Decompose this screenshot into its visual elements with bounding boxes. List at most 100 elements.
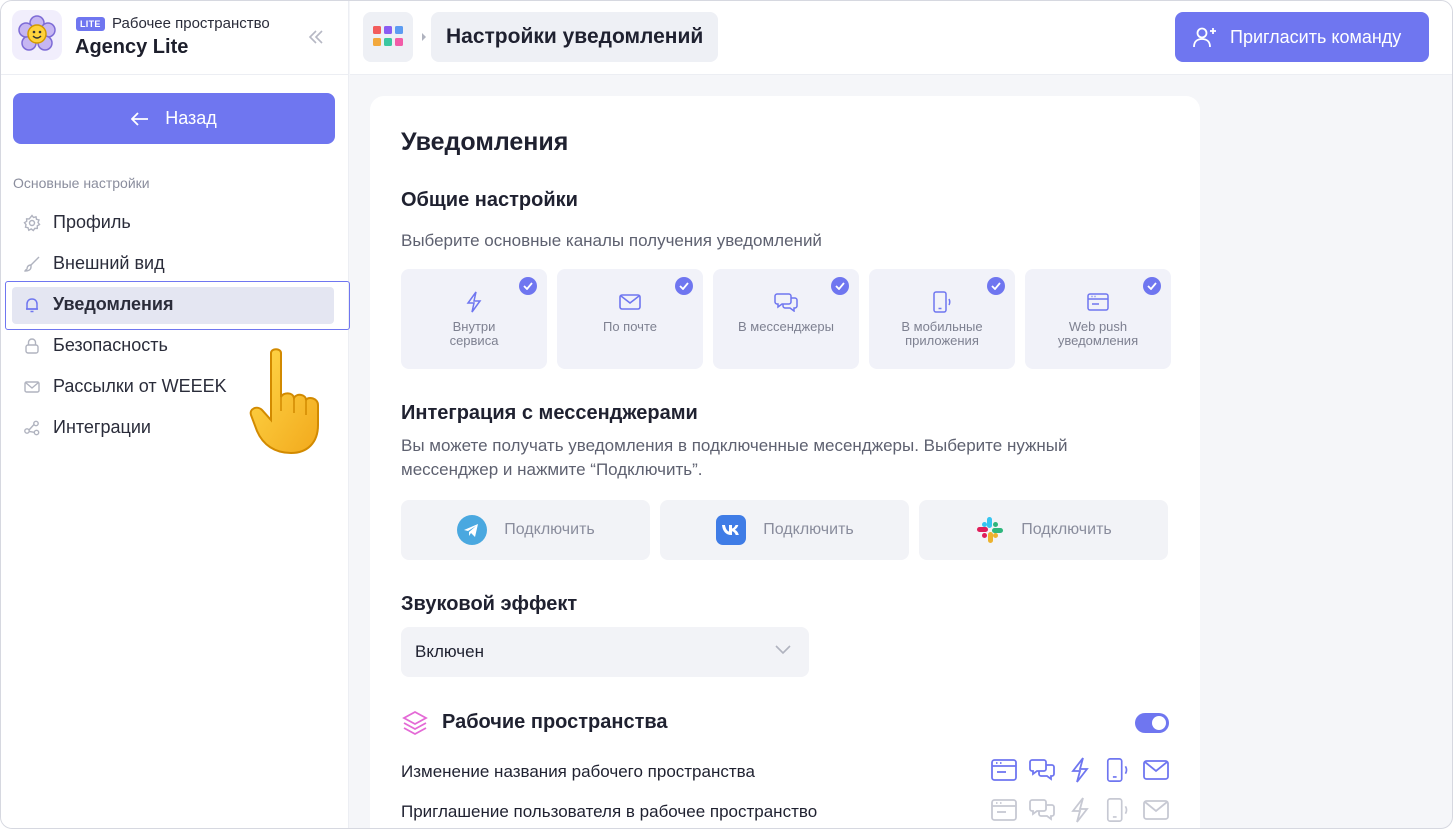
chevron-down-icon — [775, 645, 791, 655]
sidebar-item-label: Профиль — [53, 212, 131, 232]
sound-effect-title: Звуковой эффект — [401, 593, 578, 615]
invite-team-button[interactable]: Пригласить команду — [1175, 12, 1429, 62]
browser-icon — [1087, 290, 1109, 314]
chat-icon — [774, 290, 798, 314]
apps-grid-button[interactable] — [363, 12, 413, 62]
browser-icon[interactable] — [991, 757, 1017, 783]
mail-icon[interactable] — [1143, 757, 1169, 783]
chevron-right-icon — [422, 33, 426, 41]
back-button-label: Назад — [165, 108, 217, 128]
section-title: Основные настройки — [13, 175, 150, 191]
sidebar-item-label: Рассылки от WEEEK — [53, 376, 227, 396]
lightning-icon — [465, 290, 483, 314]
vk-connect-button[interactable]: Подключить — [660, 500, 909, 560]
sidebar-item-appearance[interactable]: Внешний вид — [1, 243, 349, 284]
channel-label: По почте — [603, 319, 657, 334]
notifications-card: Уведомления Общие настройки Выберите осн… — [370, 96, 1200, 828]
apps-grid-icon — [373, 26, 403, 46]
channel-label: Внутри сервиса — [449, 319, 499, 348]
connect-label: Подключить — [504, 521, 595, 538]
messenger-connectors: Подключить Подключить Подключить — [401, 500, 1168, 560]
chat-icon[interactable] — [1029, 797, 1055, 823]
messenger-integration-description-2: мессенджер и нажмите “Подключить”. — [401, 460, 703, 479]
add-user-icon — [1193, 27, 1216, 48]
sidebar: LITE Рабочее пространство Agency Lite На… — [1, 1, 350, 828]
back-button[interactable]: Назад — [13, 93, 335, 144]
phone-icon — [930, 290, 954, 314]
top-bar: Настройки уведомлений Пригласить команду — [350, 1, 1452, 75]
mail-icon — [23, 378, 41, 396]
event-row: Изменение названия рабочего пространства — [401, 757, 1169, 787]
bell-icon — [23, 296, 41, 314]
event-channel-icons — [991, 797, 1169, 823]
arrow-left-icon — [131, 111, 149, 126]
sound-effect-select[interactable]: Включен — [401, 627, 809, 677]
lightning-icon[interactable] — [1067, 797, 1093, 823]
general-settings-title: Общие настройки — [401, 189, 578, 211]
check-icon — [675, 277, 693, 295]
messenger-integration-title: Интеграция с мессенджерами — [401, 402, 698, 424]
check-icon — [519, 277, 537, 295]
integrations-icon — [23, 419, 41, 437]
sidebar-item-label: Безопасность — [53, 335, 168, 355]
page-title: Уведомления — [401, 128, 569, 156]
sidebar-item-label: Уведомления — [53, 294, 174, 314]
pointing-hand-icon — [249, 348, 319, 455]
sound-effect-value: Включен — [415, 642, 484, 661]
messenger-integration-description: Вы можете получать уведомления в подключ… — [401, 436, 1068, 455]
channel-web-push[interactable]: Web push уведомления — [1025, 269, 1171, 369]
workspaces-toggle[interactable] — [1135, 713, 1169, 733]
channel-in-service[interactable]: Внутри сервиса — [401, 269, 547, 369]
telegram-connect-button[interactable]: Подключить — [401, 500, 650, 560]
sidebar-item-label: Внешний вид — [53, 253, 165, 273]
breadcrumb[interactable]: Настройки уведомлений — [431, 12, 719, 62]
invite-team-label: Пригласить команду — [1230, 26, 1402, 47]
chat-icon[interactable] — [1029, 757, 1055, 783]
double-chevron-left-icon — [308, 30, 323, 44]
mail-icon — [619, 290, 641, 314]
mail-icon[interactable] — [1143, 797, 1169, 823]
slack-icon — [977, 517, 1004, 543]
brush-icon — [23, 255, 41, 273]
general-settings-description: Выберите основные каналы получения уведо… — [401, 231, 822, 250]
channel-mobile[interactable]: В мобильные приложения — [869, 269, 1015, 369]
channel-messengers[interactable]: В мессенджеры — [713, 269, 859, 369]
plan-badge: LITE — [76, 17, 105, 31]
slack-connect-button[interactable]: Подключить — [919, 500, 1168, 560]
connect-label: Подключить — [1021, 521, 1112, 538]
layers-icon — [402, 710, 428, 736]
workspace-name[interactable]: Agency Lite — [75, 36, 188, 59]
telegram-icon — [457, 515, 488, 545]
sidebar-item-notifications[interactable]: Уведомления — [1, 281, 350, 330]
connect-label: Подключить — [763, 521, 854, 538]
vk-icon — [716, 515, 747, 545]
channel-email[interactable]: По почте — [557, 269, 703, 369]
lock-icon — [23, 337, 41, 355]
check-icon — [1143, 277, 1161, 295]
phone-icon[interactable] — [1105, 797, 1131, 823]
workspace-label: Рабочее пространство — [112, 15, 270, 32]
gear-icon — [23, 213, 41, 232]
app-window: LITE Рабочее пространство Agency Lite На… — [0, 0, 1453, 829]
channel-list: Внутри сервиса По почте В мессенджеры В … — [401, 269, 1171, 369]
workspaces-section-title: Рабочие пространства — [442, 711, 668, 733]
workspace-logo[interactable] — [12, 10, 62, 60]
browser-icon[interactable] — [991, 797, 1017, 823]
flower-logo-icon — [18, 15, 56, 51]
check-icon — [831, 277, 849, 295]
collapse-sidebar-button[interactable] — [302, 23, 330, 51]
channel-label: В мобильные приложения — [901, 319, 983, 348]
phone-icon[interactable] — [1105, 757, 1131, 783]
event-row: Приглашение пользователя в рабочее прост… — [401, 797, 1169, 827]
channel-label: В мессенджеры — [738, 319, 834, 334]
lightning-icon[interactable] — [1067, 757, 1093, 783]
workspaces-section-header: Рабочие пространства — [401, 708, 1169, 738]
event-channel-icons — [991, 757, 1169, 783]
workspace-header: LITE Рабочее пространство Agency Lite — [1, 1, 349, 75]
event-label: Приглашение пользователя в рабочее прост… — [401, 802, 818, 821]
channel-label: Web push уведомления — [1057, 319, 1139, 348]
sidebar-item-label: Интеграции — [53, 417, 151, 437]
sidebar-item-profile[interactable]: Профиль — [1, 202, 349, 243]
event-label: Изменение названия рабочего пространства — [401, 762, 755, 781]
check-icon — [987, 277, 1005, 295]
